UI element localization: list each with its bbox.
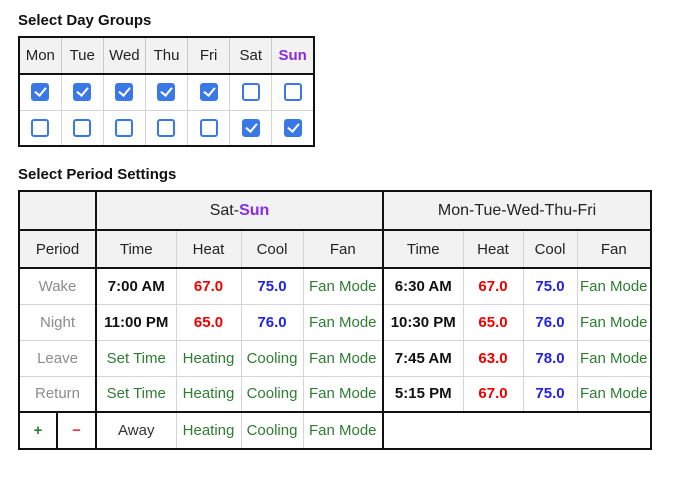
period-settings-title: Select Period Settings — [18, 166, 690, 184]
wake-satsun-time[interactable]: 7:00 AM — [96, 268, 176, 304]
period-label-leave[interactable]: Leave — [19, 340, 96, 376]
add-period-row: + − Away Heating Cooling Fan Mode — [19, 412, 651, 449]
group-header-sat-sun: Sat-Sun — [96, 191, 383, 230]
day-header-wed: Wed — [103, 37, 145, 74]
day-groups-title: Select Day Groups — [18, 12, 690, 30]
col-header-wd-heat: Heat — [463, 230, 523, 268]
period-row-night: Night 11:00 PM 65.0 76.0 Fan Mode 10:30 … — [19, 304, 651, 340]
day-header-tue: Tue — [61, 37, 103, 74]
col-header-ss-heat: Heat — [176, 230, 241, 268]
group-header-corner — [19, 191, 96, 230]
day-group-1-row — [19, 74, 314, 110]
add-period-button[interactable]: + — [19, 412, 57, 449]
day-header-sat: Sat — [230, 37, 272, 74]
return-satsun-heating-link[interactable]: Heating — [176, 376, 241, 412]
checkbox-group1-wed[interactable] — [115, 83, 133, 101]
checkbox-group2-thu[interactable] — [157, 119, 175, 137]
period-row-wake: Wake 7:00 AM 67.0 75.0 Fan Mode 6:30 AM … — [19, 268, 651, 304]
night-weekdays-fan-mode-link[interactable]: Fan Mode — [577, 304, 651, 340]
return-satsun-fan-mode-link[interactable]: Fan Mode — [303, 376, 383, 412]
thermostat-schedule-page: Select Day Groups Mon Tue Wed Thu Fri Sa… — [0, 0, 690, 450]
checkbox-group1-thu[interactable] — [157, 83, 175, 101]
away-fan-mode-link[interactable]: Fan Mode — [303, 412, 383, 449]
wake-weekdays-cool[interactable]: 75.0 — [523, 268, 577, 304]
return-weekdays-time[interactable]: 5:15 PM — [383, 376, 463, 412]
away-cooling-link[interactable]: Cooling — [241, 412, 303, 449]
night-satsun-fan-mode-link[interactable]: Fan Mode — [303, 304, 383, 340]
night-satsun-cool[interactable]: 76.0 — [241, 304, 303, 340]
night-satsun-time[interactable]: 11:00 PM — [96, 304, 176, 340]
checkbox-group1-sat[interactable] — [242, 83, 260, 101]
leave-weekdays-cool[interactable]: 78.0 — [523, 340, 577, 376]
checkbox-group1-tue[interactable] — [73, 83, 91, 101]
away-row-empty-cell — [383, 412, 651, 449]
period-label-night[interactable]: Night — [19, 304, 96, 340]
remove-period-button[interactable]: − — [57, 412, 96, 449]
night-weekdays-cool[interactable]: 76.0 — [523, 304, 577, 340]
leave-satsun-set-time-link[interactable]: Set Time — [96, 340, 176, 376]
return-weekdays-heat[interactable]: 67.0 — [463, 376, 523, 412]
checkbox-group2-sat[interactable] — [242, 119, 260, 137]
col-header-period: Period — [19, 230, 96, 268]
leave-satsun-cooling-link[interactable]: Cooling — [241, 340, 303, 376]
checkbox-group2-wed[interactable] — [115, 119, 133, 137]
checkbox-group2-sun[interactable] — [284, 119, 302, 137]
wake-weekdays-time[interactable]: 6:30 AM — [383, 268, 463, 304]
away-period-label[interactable]: Away — [96, 412, 176, 449]
checkbox-group1-mon[interactable] — [31, 83, 49, 101]
checkbox-group1-sun[interactable] — [284, 83, 302, 101]
leave-satsun-heating-link[interactable]: Heating — [176, 340, 241, 376]
period-row-leave: Leave Set Time Heating Cooling Fan Mode … — [19, 340, 651, 376]
group-header-row: Sat-Sun Mon-Tue-Wed-Thu-Fri — [19, 191, 651, 230]
day-header-row: Mon Tue Wed Thu Fri Sat Sun — [19, 37, 314, 74]
night-satsun-heat[interactable]: 65.0 — [176, 304, 241, 340]
period-label-return[interactable]: Return — [19, 376, 96, 412]
day-header-mon: Mon — [19, 37, 61, 74]
period-label-wake[interactable]: Wake — [19, 268, 96, 304]
checkbox-group2-mon[interactable] — [31, 119, 49, 137]
night-weekdays-time[interactable]: 10:30 PM — [383, 304, 463, 340]
checkbox-group2-fri[interactable] — [200, 119, 218, 137]
away-heating-link[interactable]: Heating — [176, 412, 241, 449]
wake-weekdays-heat[interactable]: 67.0 — [463, 268, 523, 304]
return-weekdays-cool[interactable]: 75.0 — [523, 376, 577, 412]
col-header-ss-cool: Cool — [241, 230, 303, 268]
col-header-wd-cool: Cool — [523, 230, 577, 268]
return-satsun-set-time-link[interactable]: Set Time — [96, 376, 176, 412]
col-header-wd-fan: Fan — [577, 230, 651, 268]
night-weekdays-heat[interactable]: 65.0 — [463, 304, 523, 340]
wake-satsun-fan-mode-link[interactable]: Fan Mode — [303, 268, 383, 304]
leave-weekdays-heat[interactable]: 63.0 — [463, 340, 523, 376]
col-header-wd-time: Time — [383, 230, 463, 268]
wake-satsun-heat[interactable]: 67.0 — [176, 268, 241, 304]
day-header-sun: Sun — [272, 37, 314, 74]
day-header-thu: Thu — [145, 37, 187, 74]
wake-weekdays-fan-mode-link[interactable]: Fan Mode — [577, 268, 651, 304]
checkbox-group1-fri[interactable] — [200, 83, 218, 101]
col-header-ss-fan: Fan — [303, 230, 383, 268]
group-header-weekdays: Mon-Tue-Wed-Thu-Fri — [383, 191, 651, 230]
leave-weekdays-time[interactable]: 7:45 AM — [383, 340, 463, 376]
wake-satsun-cool[interactable]: 75.0 — [241, 268, 303, 304]
period-settings-table: Sat-Sun Mon-Tue-Wed-Thu-Fri Period Time … — [18, 190, 652, 450]
return-satsun-cooling-link[interactable]: Cooling — [241, 376, 303, 412]
day-group-2-row — [19, 110, 314, 146]
checkbox-group2-tue[interactable] — [73, 119, 91, 137]
leave-satsun-fan-mode-link[interactable]: Fan Mode — [303, 340, 383, 376]
day-groups-table: Mon Tue Wed Thu Fri Sat Sun — [18, 36, 315, 147]
leave-weekdays-fan-mode-link[interactable]: Fan Mode — [577, 340, 651, 376]
day-header-fri: Fri — [188, 37, 230, 74]
period-row-return: Return Set Time Heating Cooling Fan Mode… — [19, 376, 651, 412]
return-weekdays-fan-mode-link[interactable]: Fan Mode — [577, 376, 651, 412]
col-header-ss-time: Time — [96, 230, 176, 268]
column-header-row: Period Time Heat Cool Fan Time Heat Cool… — [19, 230, 651, 268]
